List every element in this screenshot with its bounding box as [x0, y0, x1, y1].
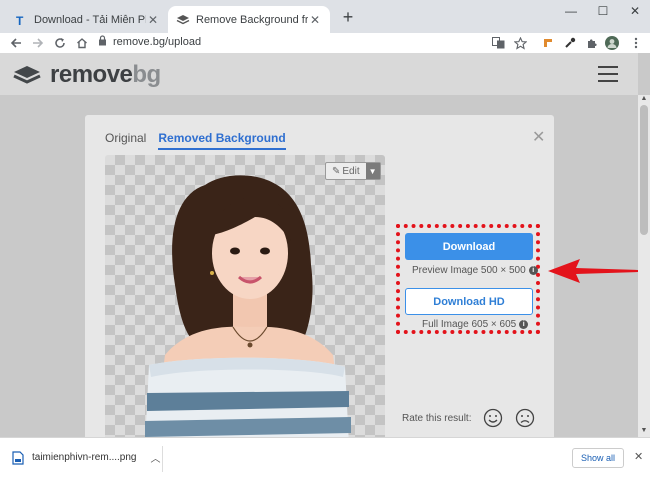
back-arrow-icon[interactable] [8, 35, 24, 51]
tab-original[interactable]: Original [105, 131, 146, 150]
download-shelf: taimienphivn-rem....png ︿ Show all ✕ [0, 437, 650, 479]
preview-note-text: Preview Image 500 × 500 [412, 265, 526, 276]
browser-toolbar: remove.bg/upload [0, 33, 650, 53]
scrollbar-thumb[interactable] [640, 105, 648, 235]
frown-face-icon[interactable] [515, 408, 535, 428]
edit-button[interactable]: ✎ Edit ▼ [325, 162, 381, 180]
bookmark-star-icon[interactable] [512, 35, 528, 51]
edit-label: Edit [342, 165, 360, 177]
tab-title: Remove Background from Image [196, 13, 308, 26]
tab-close-icon[interactable]: ✕ [146, 13, 160, 27]
full-image-note: Full Image 605 × 605 i [422, 319, 529, 330]
home-icon[interactable] [74, 35, 90, 51]
rate-result: Rate this result: [402, 408, 535, 428]
download-hd-button[interactable]: Download HD [405, 288, 533, 315]
preview-image-note: Preview Image 500 × 500 i [412, 265, 538, 276]
translate-icon[interactable] [490, 35, 506, 51]
cutout-person-image [145, 175, 351, 445]
eyedropper-icon[interactable] [562, 35, 578, 51]
site-header: removebg [0, 53, 638, 95]
card-close-icon[interactable]: ✕ [532, 127, 545, 147]
result-tabs: Original Removed Background [105, 131, 286, 150]
extensions-puzzle-icon[interactable] [584, 35, 600, 51]
chevron-up-icon[interactable]: ︿ [151, 450, 161, 465]
result-image-preview: ✎ Edit ▼ [105, 155, 385, 445]
tab-strip: T Download - Tải Miễn Phí VN - Ph ✕ Remo… [0, 0, 650, 33]
download-filename: taimienphivn-rem....png [32, 452, 137, 463]
more-menu-icon[interactable] [628, 35, 644, 51]
scroll-down-icon[interactable]: ▼ [638, 427, 650, 437]
tab-removed-background[interactable]: Removed Background [158, 131, 286, 150]
pencil-icon: ✎ [332, 165, 341, 177]
red-pointer-arrow-icon [548, 259, 638, 283]
smiley-face-icon[interactable] [483, 408, 503, 428]
show-all-button[interactable]: Show all [572, 448, 624, 468]
svg-text:T: T [16, 14, 24, 26]
forward-arrow-icon[interactable] [30, 35, 46, 51]
profile-avatar[interactable] [604, 35, 620, 51]
download-item[interactable]: taimienphivn-rem....png ︿ [12, 450, 161, 465]
tab-taimienphi[interactable]: T Download - Tải Miễn Phí VN - Ph ✕ [6, 6, 168, 33]
scroll-up-icon[interactable]: ▲ [638, 95, 650, 105]
file-icon [12, 450, 24, 465]
reload-icon[interactable] [52, 35, 68, 51]
minimize-icon[interactable]: — [556, 0, 586, 22]
tab-removebg[interactable]: Remove Background from Image ✕ [168, 6, 330, 33]
tab-title: Download - Tải Miễn Phí VN - Ph [34, 13, 146, 26]
lock-icon [98, 35, 107, 49]
info-icon[interactable]: i [528, 266, 538, 275]
logo-text-suffix: bg [132, 61, 161, 88]
new-tab-plus-icon[interactable]: + [338, 8, 358, 28]
address-bar[interactable]: remove.bg/upload [98, 33, 538, 51]
rate-label: Rate this result: [402, 412, 472, 424]
tab-close-icon[interactable]: ✕ [308, 13, 322, 27]
taimienphi-t-icon: T [14, 13, 28, 27]
removebg-logo[interactable]: removebg [12, 61, 161, 89]
full-note-text: Full Image 605 × 605 [422, 319, 517, 330]
extension-l-icon[interactable] [540, 35, 556, 51]
logo-text-main: remove [50, 61, 133, 88]
removebg-icon [176, 13, 190, 27]
hamburger-menu-icon[interactable] [598, 66, 618, 82]
url-text: remove.bg/upload [113, 36, 202, 48]
removebg-logo-icon [13, 66, 41, 84]
close-icon[interactable]: ✕ [634, 450, 643, 463]
edit-dropdown-caret-icon[interactable]: ▼ [365, 163, 380, 179]
info-icon[interactable]: i [519, 320, 529, 329]
download-button[interactable]: Download [405, 233, 533, 260]
maximize-icon[interactable]: ☐ [588, 0, 618, 22]
divider [162, 446, 163, 472]
window-close-icon[interactable]: ✕ [620, 0, 650, 22]
